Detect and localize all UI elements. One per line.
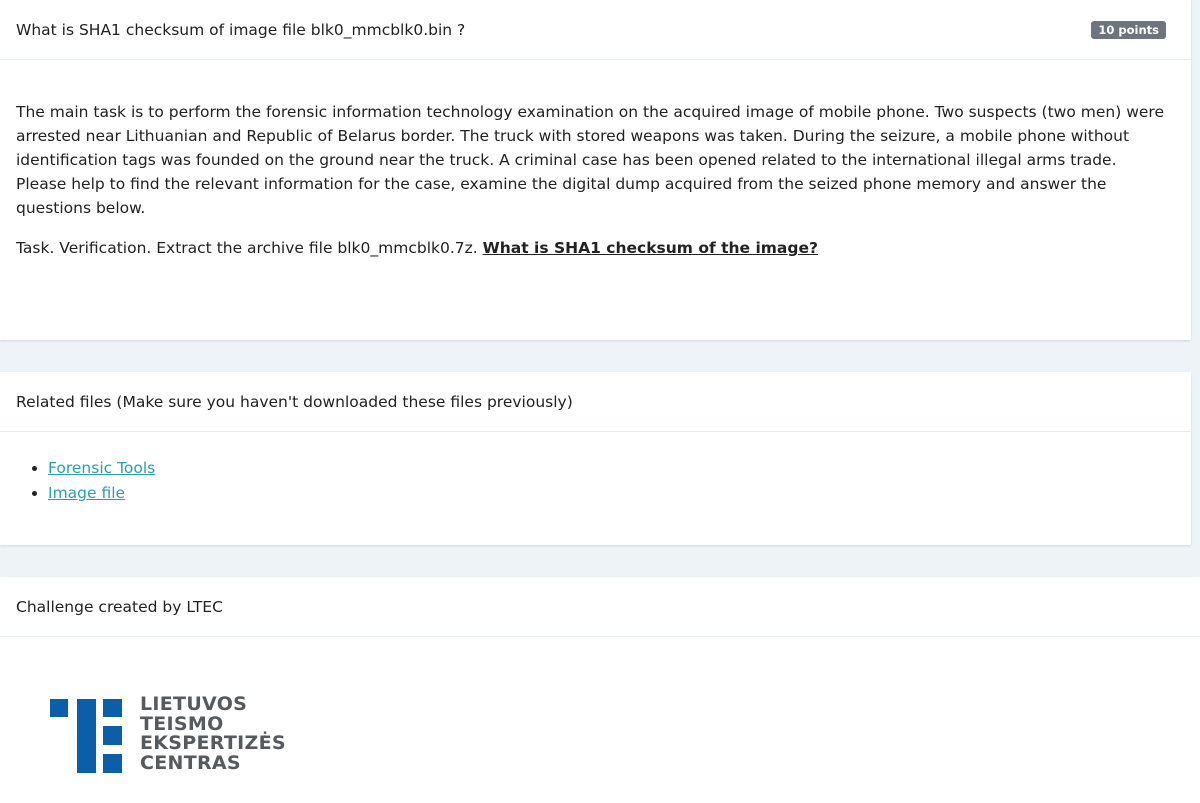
logo-stem xyxy=(77,699,96,773)
logo-line-3: EKSPERTIZĖS xyxy=(140,732,286,754)
points-badge: 10 points xyxy=(1091,20,1166,39)
logo-line-1: LIETUVOS xyxy=(140,693,248,715)
task-question: What is SHA1 checksum of the image? xyxy=(482,239,818,257)
logo-bar-2 xyxy=(103,726,122,745)
logo-bar-3 xyxy=(103,754,122,773)
list-item: Image file xyxy=(48,481,155,506)
related-files-title: Related files (Make sure you haven't dow… xyxy=(16,392,573,411)
task-text: Task. Verification. Extract the archive … xyxy=(16,236,1170,260)
logo-square xyxy=(50,699,68,717)
logo-line-4: CENTRAS xyxy=(140,751,241,774)
question-header: What is SHA1 checksum of image file blk0… xyxy=(0,0,1191,60)
forensic-tools-link[interactable]: Forensic Tools xyxy=(48,459,155,477)
related-files-card: Related files (Make sure you haven't dow… xyxy=(0,372,1191,545)
logo-text: LIETUVOS TEISMO EKSPERTIZĖS CENTRAS xyxy=(140,693,286,774)
question-description: The main task is to perform the forensic… xyxy=(16,103,1164,217)
related-files-list: Forensic Tools Image file xyxy=(16,456,155,506)
related-files-header: Related files (Make sure you haven't dow… xyxy=(0,372,1191,432)
question-title: What is SHA1 checksum of image file blk0… xyxy=(16,20,466,39)
image-file-link[interactable]: Image file xyxy=(48,484,125,502)
author-title: Challenge created by LTEC xyxy=(16,597,223,616)
list-item: Forensic Tools xyxy=(48,456,155,481)
author-header: Challenge created by LTEC xyxy=(0,577,1200,637)
logo-bar-1 xyxy=(103,699,122,717)
task-prefix: Task. Verification. Extract the archive … xyxy=(16,239,478,257)
